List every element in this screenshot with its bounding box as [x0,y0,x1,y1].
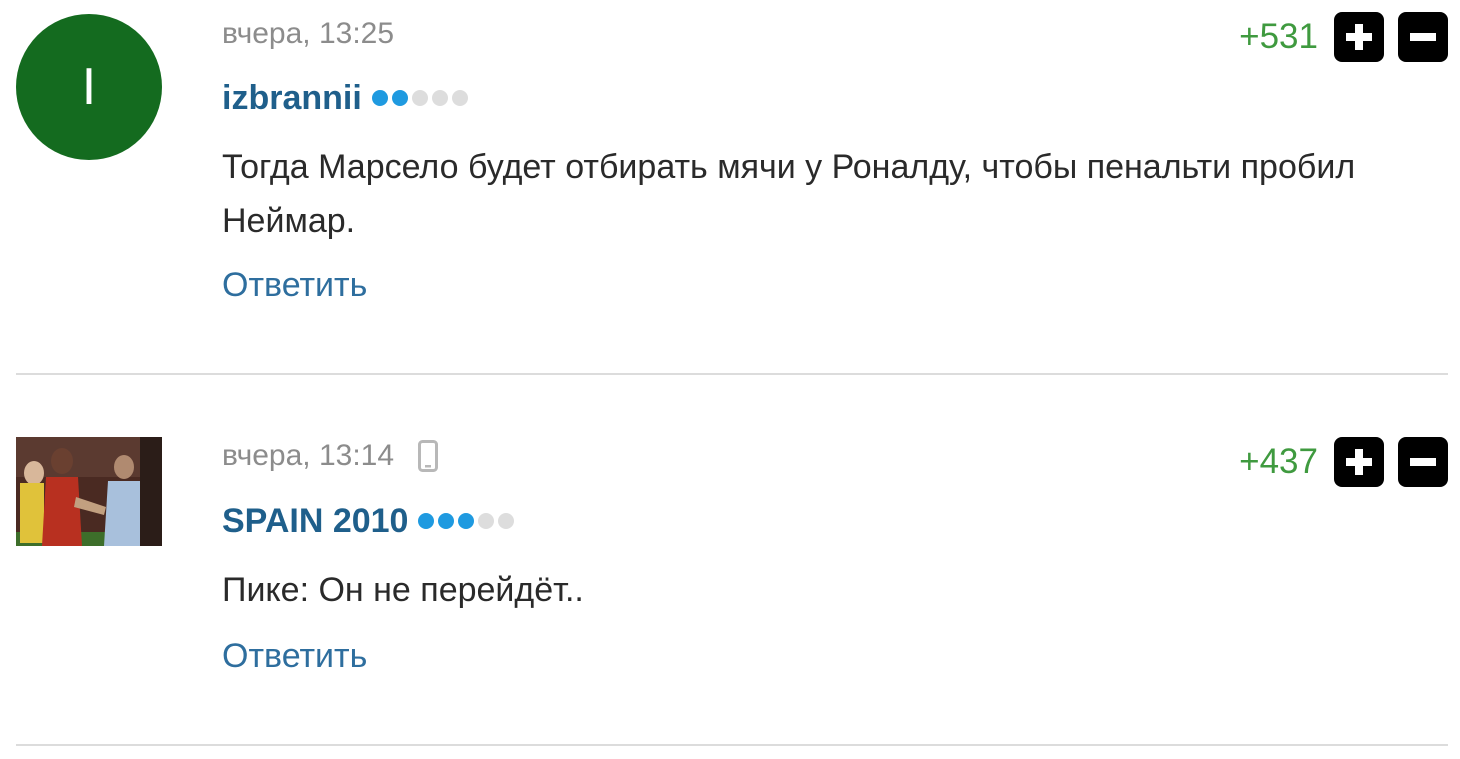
rank-dot-empty [411,90,428,106]
rank-dot-empty [431,90,448,106]
rank-dot-empty [498,513,515,529]
downvote-button[interactable] [1398,437,1448,487]
comment-meta: вчера, 13:25 [222,16,394,52]
author-name[interactable]: izbrannii [222,79,362,118]
rank-dot-filled [371,90,388,106]
avatar-letter: I [81,58,97,116]
downvote-button[interactable] [1398,12,1448,62]
avatar[interactable] [16,437,162,546]
avatar[interactable]: I [16,14,162,160]
vote-controls: +531 [1239,12,1448,62]
comment-item: вчера, 13:14 SPAIN 2010 Пике: Он не пере… [0,375,1460,745]
comment-score: +531 [1239,17,1318,56]
upvote-button[interactable] [1334,12,1384,62]
comment-meta: вчера, 13:14 [222,438,439,474]
comment-time: вчера, 13:25 [222,17,395,50]
comment-divider [16,744,1448,746]
user-rank-dots [371,90,468,106]
author-name[interactable]: SPAIN 2010 [222,502,408,541]
rank-dot-filled [418,513,435,529]
comment-text: Пике: Он не перейдёт.. [222,571,584,609]
avatar-photo-image [16,437,162,546]
plus-icon [1346,449,1372,475]
mobile-phone-icon [418,440,439,472]
rank-dot-empty [478,513,495,529]
reply-link[interactable]: Ответить [222,266,367,305]
rank-dot-empty [451,90,468,106]
comment-time: вчера, 13:14 [222,439,395,472]
rank-dot-filled [438,513,455,529]
rank-dot-filled [458,513,475,529]
user-rank-dots [418,513,515,529]
comment-score: +437 [1239,442,1318,481]
vote-controls: +437 [1239,437,1448,487]
minus-icon [1410,33,1436,41]
upvote-button[interactable] [1334,437,1384,487]
plus-icon [1346,24,1372,50]
comment-item: I вчера, 13:25 izbrannii Тогда Марсело б… [0,0,1460,374]
reply-link[interactable]: Ответить [222,637,367,676]
comment-author: SPAIN 2010 [222,501,515,541]
comment-text: Тогда Марсело будет отбирать мячи у Рона… [222,148,1356,240]
minus-icon [1410,458,1436,466]
rank-dot-filled [391,90,408,106]
comment-author: izbrannii [222,78,468,118]
